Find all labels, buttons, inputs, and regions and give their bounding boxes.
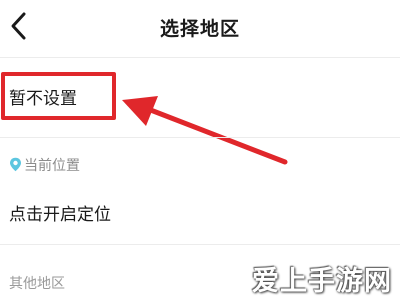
section-divider bbox=[0, 137, 400, 138]
page-title: 选择地区 bbox=[159, 18, 240, 40]
header-divider bbox=[0, 57, 400, 58]
header-bar: 选择地区 bbox=[0, 0, 400, 56]
enable-location-button[interactable]: 点击开启定位 bbox=[9, 200, 111, 225]
other-regions-header: 其他地区 bbox=[9, 276, 65, 292]
location-pin-icon bbox=[9, 157, 22, 176]
location-divider bbox=[0, 244, 400, 245]
watermark-logo: 爱上手游网 bbox=[252, 266, 392, 297]
current-location-label: 当前位置 bbox=[24, 158, 80, 174]
region-select-screen: 选择地区 暂不设置 当前位置 点击开启定位 其他地区 爱上手游网 bbox=[0, 0, 400, 300]
highlight-box bbox=[1, 72, 116, 120]
current-location-header: 当前位置 bbox=[9, 155, 80, 176]
